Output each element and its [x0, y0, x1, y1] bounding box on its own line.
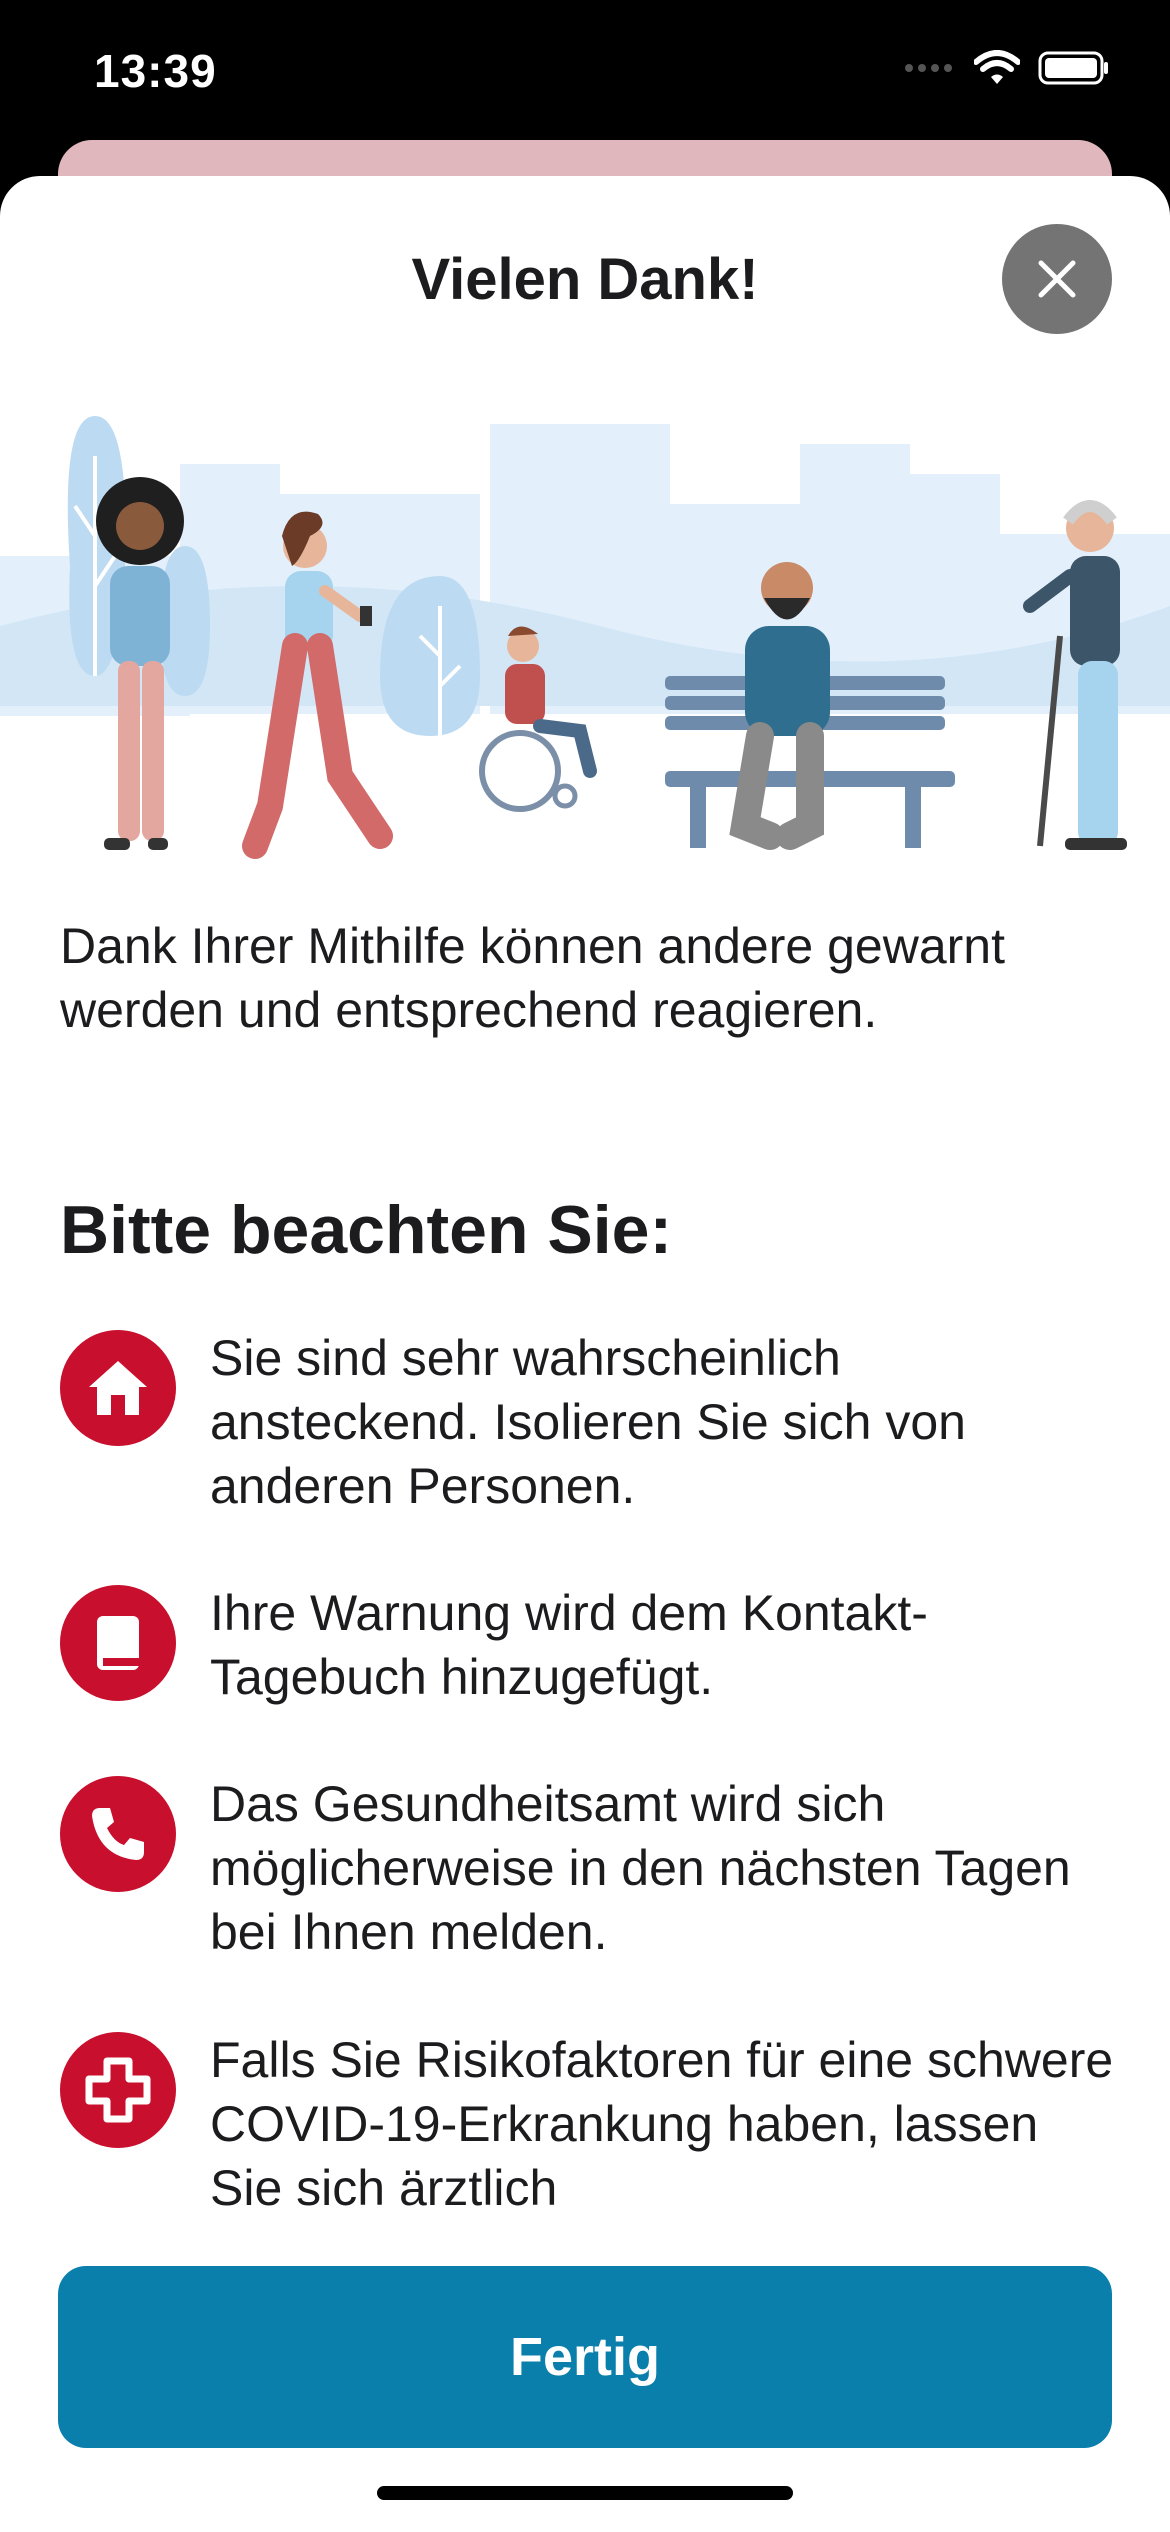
done-button[interactable]: Fertig	[58, 2266, 1112, 2448]
close-icon	[1038, 260, 1076, 298]
thank-you-sheet: Vielen Dank! Dank Ihrer Mithilfe können …	[0, 176, 1170, 2532]
notice-item-text: Falls Sie Risikofaktoren für eine schwer…	[210, 2032, 1114, 2216]
notice-heading: Bitte beachten Sie:	[60, 1192, 673, 1268]
close-button[interactable]	[1002, 224, 1112, 334]
medical-cross-icon	[60, 2032, 176, 2148]
status-bar: 13:39	[0, 0, 1170, 140]
home-icon	[60, 1330, 176, 1446]
battery-icon	[1038, 51, 1108, 85]
home-indicator[interactable]	[377, 2486, 793, 2500]
status-time: 13:39	[94, 45, 217, 97]
wifi-icon	[974, 50, 1020, 84]
status-icons	[904, 50, 1110, 86]
notice-item-text: Das Gesundheitsamt wird sich möglicherwe…	[210, 1776, 1071, 1960]
notice-item-text: Sie sind sehr wahrscheinlich ansteckend.…	[210, 1330, 966, 1514]
book-icon	[60, 1585, 176, 1701]
signal-icon	[905, 64, 952, 72]
notice-item-text: Ihre Warnung wird dem Kontakt-Tagebuch h…	[210, 1585, 928, 1705]
sheet-title: Vielen Dank!	[411, 247, 759, 312]
phone-icon	[60, 1776, 176, 1892]
intro-text: Dank Ihrer Mithilfe können andere gewarn…	[60, 918, 1005, 1038]
